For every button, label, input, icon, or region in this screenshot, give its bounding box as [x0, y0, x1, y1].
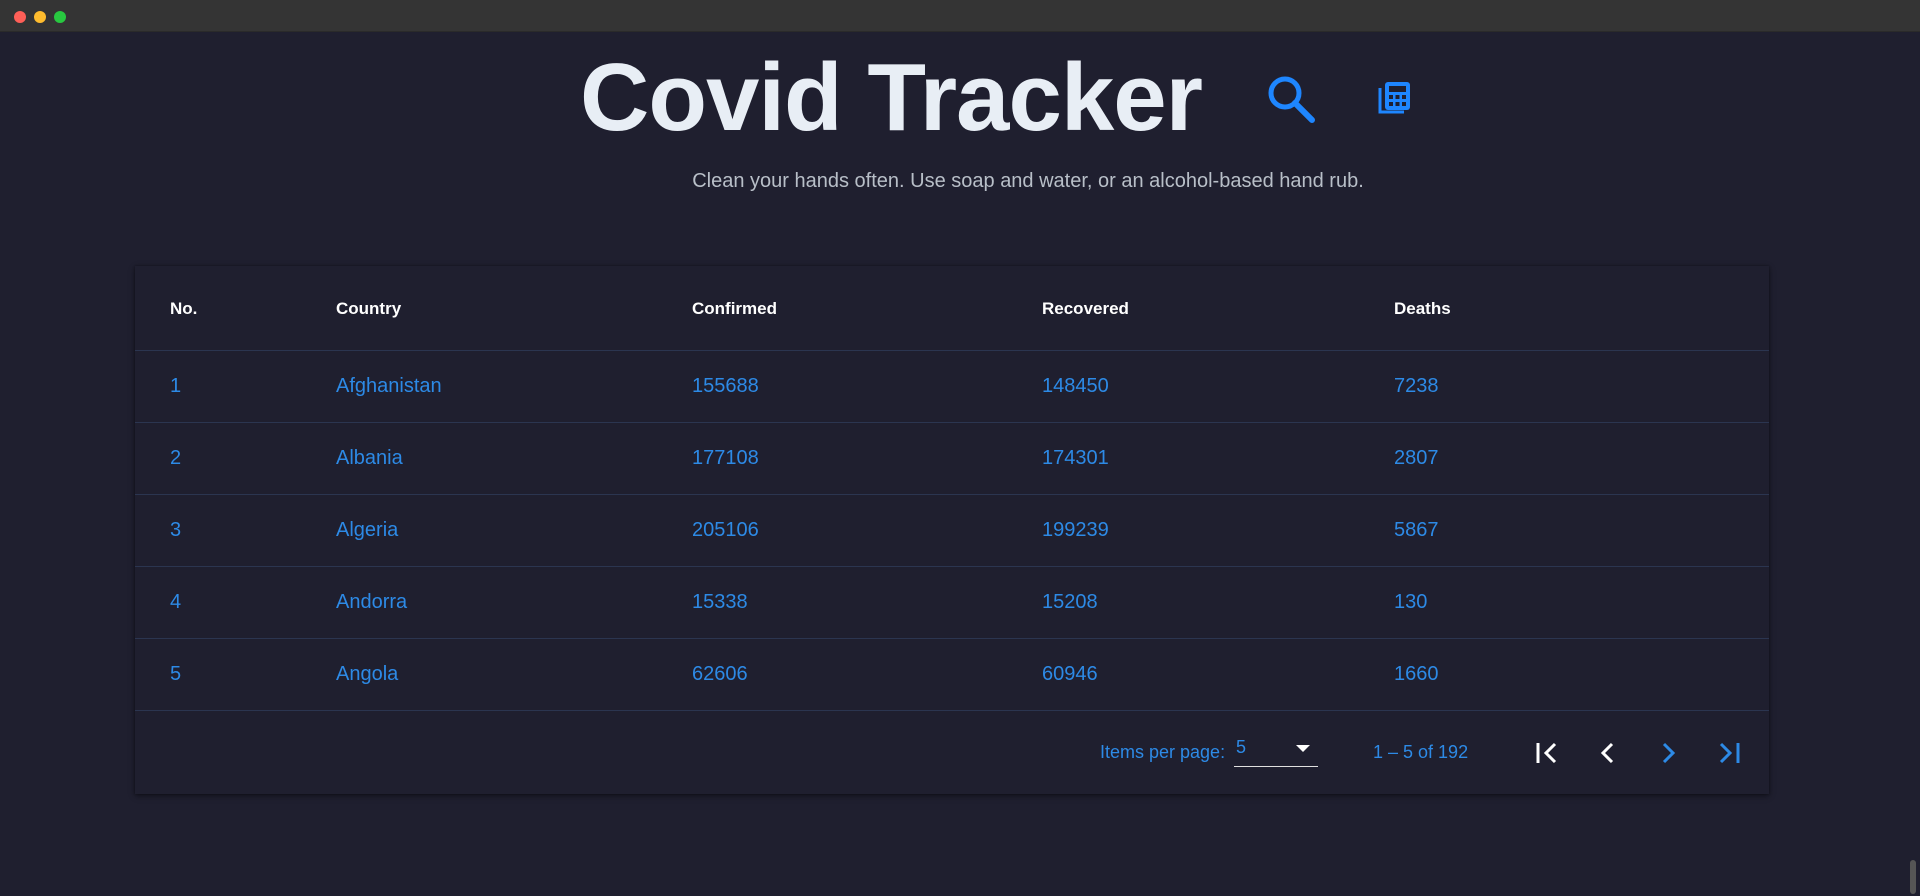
first-page-button[interactable]	[1528, 733, 1568, 773]
items-per-page-label: Items per page:	[1100, 742, 1226, 762]
table-row[interactable]: 4 Andorra 15338 15208 130	[135, 567, 1769, 639]
deaths-cell: 130	[1394, 591, 1428, 613]
country-cell[interactable]: Andorra	[336, 567, 407, 638]
column-header-no[interactable]: No.	[170, 266, 197, 350]
confirmed-cell: 205106	[692, 519, 759, 541]
deaths-cell: 2807	[1394, 447, 1439, 469]
last-page-icon	[1719, 742, 1740, 764]
table-header-row: No. Country Confirmed Recovered Deaths	[135, 266, 1769, 351]
column-header-deaths[interactable]: Deaths	[1394, 266, 1451, 350]
page-range-label: 1 – 5 of 192	[1373, 742, 1469, 762]
page-title: Covid Tracker	[580, 44, 1203, 151]
items-per-page-select[interactable]: 5	[1234, 735, 1318, 767]
row-number: 4	[170, 591, 182, 613]
confirmed-cell: 62606	[692, 663, 748, 685]
row-number: 2	[170, 447, 182, 469]
previous-page-button[interactable]	[1588, 733, 1628, 773]
confirmed-cell: 15338	[692, 591, 748, 613]
window-titlebar	[0, 0, 1920, 32]
confirmed-cell: 177108	[692, 447, 759, 469]
deaths-cell: 7238	[1394, 375, 1439, 397]
row-number: 3	[170, 519, 182, 541]
minimize-window-button[interactable]	[34, 11, 46, 23]
deaths-cell: 1660	[1394, 663, 1439, 685]
country-cell[interactable]: Angola	[336, 639, 398, 710]
table-row[interactable]: 1 Afghanistan 155688 148450 7238	[135, 351, 1769, 423]
table-row[interactable]: 2 Albania 177108 174301 2807	[135, 423, 1769, 495]
column-header-recovered[interactable]: Recovered	[1042, 266, 1129, 350]
items-per-page-value: 5	[1236, 737, 1247, 757]
scrollbar-thumb[interactable]	[1910, 860, 1916, 894]
paginator: Items per page: 5 1 – 5 of 192	[135, 711, 1769, 794]
calculator-icon	[1378, 82, 1410, 114]
column-header-confirmed[interactable]: Confirmed	[692, 266, 777, 350]
country-cell[interactable]: Algeria	[336, 495, 398, 566]
search-icon	[1268, 76, 1315, 123]
country-cell[interactable]: Albania	[336, 423, 403, 494]
confirmed-cell: 155688	[692, 375, 759, 397]
table-row[interactable]: 3 Algeria 205106 199239 5867	[135, 495, 1769, 567]
row-number: 5	[170, 663, 182, 685]
search-button[interactable]	[1266, 74, 1316, 124]
dropdown-arrow-icon	[1296, 745, 1310, 752]
row-number: 1	[170, 375, 182, 397]
close-window-button[interactable]	[14, 11, 26, 23]
column-header-country[interactable]: Country	[336, 266, 401, 350]
last-page-button[interactable]	[1708, 733, 1748, 773]
next-page-button[interactable]	[1648, 733, 1688, 773]
recovered-cell: 60946	[1042, 663, 1098, 685]
first-page-icon	[1536, 742, 1557, 764]
calculator-button[interactable]	[1378, 80, 1412, 116]
chevron-left-icon	[1600, 742, 1614, 764]
deaths-cell: 5867	[1394, 519, 1439, 541]
maximize-window-button[interactable]	[54, 11, 66, 23]
hygiene-tip: Clean your hands often. Use soap and wat…	[692, 170, 1364, 192]
recovered-cell: 15208	[1042, 591, 1098, 613]
recovered-cell: 174301	[1042, 447, 1109, 469]
covid-table-card: No. Country Confirmed Recovered Deaths 1…	[135, 266, 1769, 794]
recovered-cell: 148450	[1042, 375, 1109, 397]
chevron-right-icon	[1662, 742, 1676, 764]
country-cell[interactable]: Afghanistan	[336, 351, 442, 422]
table-row[interactable]: 5 Angola 62606 60946 1660	[135, 639, 1769, 711]
recovered-cell: 199239	[1042, 519, 1109, 541]
